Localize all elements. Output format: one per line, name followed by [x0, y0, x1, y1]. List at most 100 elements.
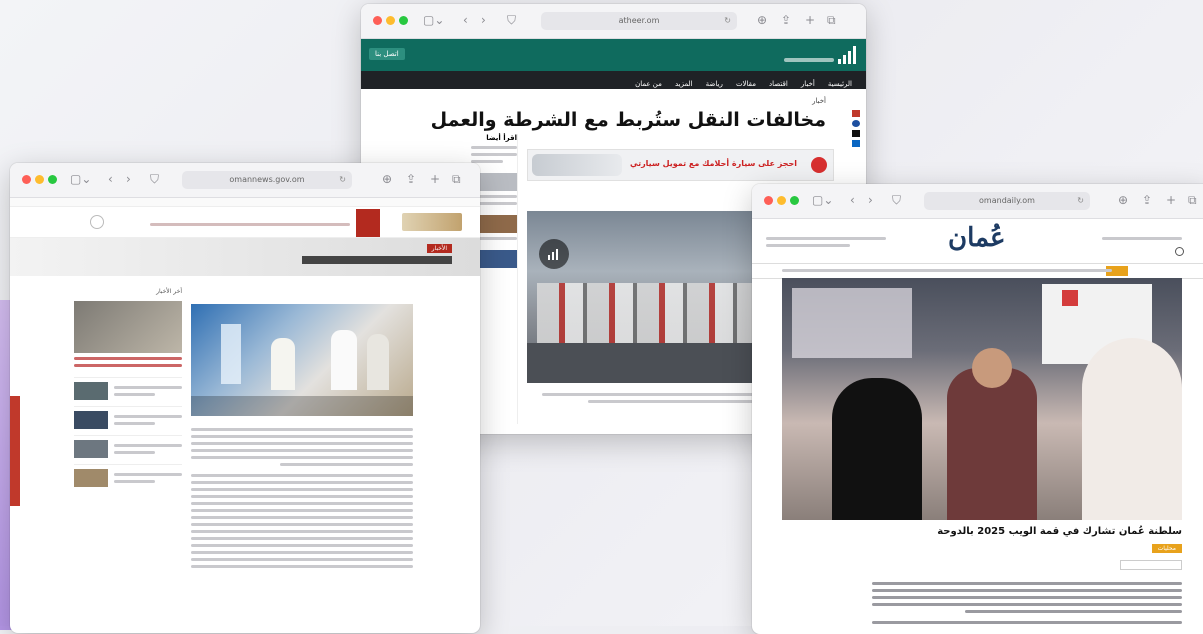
tabs-overview-icon[interactable]: ⧉	[827, 13, 836, 27]
share-icon[interactable]: ⇪	[781, 13, 791, 27]
site-header: عُمان	[752, 219, 1203, 263]
main-nav	[752, 263, 1203, 279]
browser-toolbar: ▢⌄ ‹ › ⛉ atheer.om ↻ ⊕ ⇪ + ⧉	[361, 4, 866, 39]
linkedin-icon[interactable]	[852, 140, 860, 147]
maximize-button[interactable]	[48, 175, 57, 184]
main-nav: الرئيسية أخبار اقتصاد مقالات رياضة المزي…	[361, 71, 866, 89]
article-image	[191, 304, 413, 416]
minimize-button[interactable]	[386, 16, 395, 25]
section-badge: الأخبار	[426, 244, 452, 253]
article-area: أخر الأخبار	[10, 276, 480, 633]
nav-item-more[interactable]: المزيد	[675, 80, 693, 88]
url-text: atheer.om	[618, 16, 660, 25]
download-icon[interactable]: ⊕	[757, 13, 767, 27]
sidebar-icon[interactable]: ▢⌄	[423, 13, 444, 27]
tabs-overview-icon[interactable]: ⧉	[1188, 193, 1197, 207]
reload-icon[interactable]: ↻	[339, 171, 346, 189]
window-controls[interactable]	[764, 196, 803, 208]
sidebar-icon[interactable]: ▢⌄	[70, 172, 91, 186]
ad-text: احجز على سيارة أحلامك مع تمويل سيارتي	[629, 159, 797, 168]
window-controls[interactable]	[373, 16, 412, 28]
address-bar[interactable]: omannews.gov.om ↻	[182, 171, 352, 189]
new-tab-icon[interactable]: +	[805, 13, 815, 27]
minimize-button[interactable]	[777, 196, 786, 205]
breadcrumb[interactable]: أخبار	[812, 97, 826, 105]
email-icon[interactable]	[852, 110, 860, 117]
tabs-overview-icon[interactable]: ⧉	[452, 172, 461, 186]
sidebar-icon[interactable]: ▢⌄	[812, 193, 833, 207]
nav-item-articles[interactable]: مقالات	[736, 80, 756, 88]
latest-thumb-main[interactable]	[74, 301, 182, 353]
download-icon[interactable]: ⊕	[1118, 193, 1128, 207]
site-logo: عُمان	[948, 223, 1006, 253]
header-links	[766, 233, 886, 251]
forward-icon[interactable]: ›	[481, 13, 486, 27]
ad-banner[interactable]: احجز على سيارة أحلامك مع تمويل سيارتي	[527, 149, 834, 181]
maximize-button[interactable]	[399, 16, 408, 25]
address-bar[interactable]: omandaily.om ↻	[924, 192, 1090, 210]
category-tag[interactable]: محليات	[1151, 544, 1182, 553]
header-date	[1102, 233, 1182, 244]
list-item[interactable]	[74, 435, 182, 464]
sidebar-title: اقرأ أيضا	[486, 134, 517, 142]
nav-item-sports[interactable]: رياضة	[706, 80, 723, 88]
share-bar	[850, 107, 862, 150]
nav-home-button[interactable]	[356, 209, 380, 237]
breaking-bar	[302, 256, 452, 264]
close-button[interactable]	[22, 175, 31, 184]
contact-button[interactable]: اتصل بنا	[369, 48, 405, 60]
reload-icon[interactable]: ↻	[1077, 192, 1084, 210]
back-icon[interactable]: ‹	[850, 193, 855, 207]
site-header: اتصل بنا	[361, 39, 866, 71]
list-item[interactable]	[74, 464, 182, 493]
sidebar-latest: أخر الأخبار	[74, 288, 182, 493]
url-text: omannews.gov.om	[229, 175, 305, 184]
share-icon[interactable]: ⇪	[1142, 193, 1152, 207]
search-icon[interactable]	[90, 215, 104, 229]
reload-icon[interactable]: ↻	[724, 12, 731, 30]
utility-bar	[10, 198, 480, 207]
search-icon[interactable]	[1175, 247, 1184, 256]
site-header	[10, 207, 480, 238]
article-image	[782, 278, 1182, 520]
browser-toolbar: ▢⌄ ‹ › ⛉ omannews.gov.om ↻ ⊕ ⇪ + ⧉	[10, 163, 480, 198]
nav-item-economy[interactable]: اقتصاد	[769, 80, 788, 88]
shield-icon: ⛉	[150, 172, 160, 186]
ad-bank-logo	[811, 157, 827, 173]
new-tab-icon[interactable]: +	[430, 172, 440, 186]
url-text: omandaily.om	[979, 196, 1035, 205]
list-item[interactable]	[74, 377, 182, 406]
facebook-icon[interactable]	[852, 120, 860, 127]
share-buttons[interactable]	[1120, 560, 1182, 570]
nav-item-oman[interactable]: من عمان	[635, 80, 662, 88]
article-body	[191, 424, 413, 572]
ona-logo	[402, 213, 462, 231]
browser-window-omandaily: ▢⌄ ‹ › ⛉ omandaily.om ↻ ⊕ ⇪ + ⧉ عُمان سل…	[752, 184, 1203, 634]
section-strip: الأخبار	[10, 238, 480, 276]
x-icon[interactable]	[852, 130, 860, 137]
article-title: سلطنة عُمان تشارك في قمة الويب 2025 بالد…	[937, 526, 1182, 537]
minimize-button[interactable]	[35, 175, 44, 184]
page-title: مخالفات النقل ستُربط مع الشرطة والعمل	[430, 109, 826, 131]
list-item[interactable]	[74, 406, 182, 435]
share-icon[interactable]: ⇪	[406, 172, 416, 186]
nav-item-news[interactable]: أخبار	[801, 80, 815, 88]
nav-item-home[interactable]: الرئيسية	[828, 80, 852, 88]
main-nav	[150, 219, 350, 230]
feedback-tab[interactable]	[10, 396, 20, 506]
back-icon[interactable]: ‹	[108, 172, 113, 186]
forward-icon[interactable]: ›	[868, 193, 873, 207]
forward-icon[interactable]: ›	[126, 172, 131, 186]
window-controls[interactable]	[22, 175, 61, 187]
browser-window-ona: ▢⌄ ‹ › ⛉ omannews.gov.om ↻ ⊕ ⇪ + ⧉ الأخب…	[10, 163, 480, 633]
athir-watermark-icon	[539, 239, 569, 269]
download-icon[interactable]: ⊕	[382, 172, 392, 186]
site-logo	[776, 46, 856, 64]
back-icon[interactable]: ‹	[463, 13, 468, 27]
close-button[interactable]	[764, 196, 773, 205]
maximize-button[interactable]	[790, 196, 799, 205]
new-tab-icon[interactable]: +	[1166, 193, 1176, 207]
shield-icon: ⛉	[507, 13, 517, 27]
close-button[interactable]	[373, 16, 382, 25]
address-bar[interactable]: atheer.om ↻	[541, 12, 737, 30]
